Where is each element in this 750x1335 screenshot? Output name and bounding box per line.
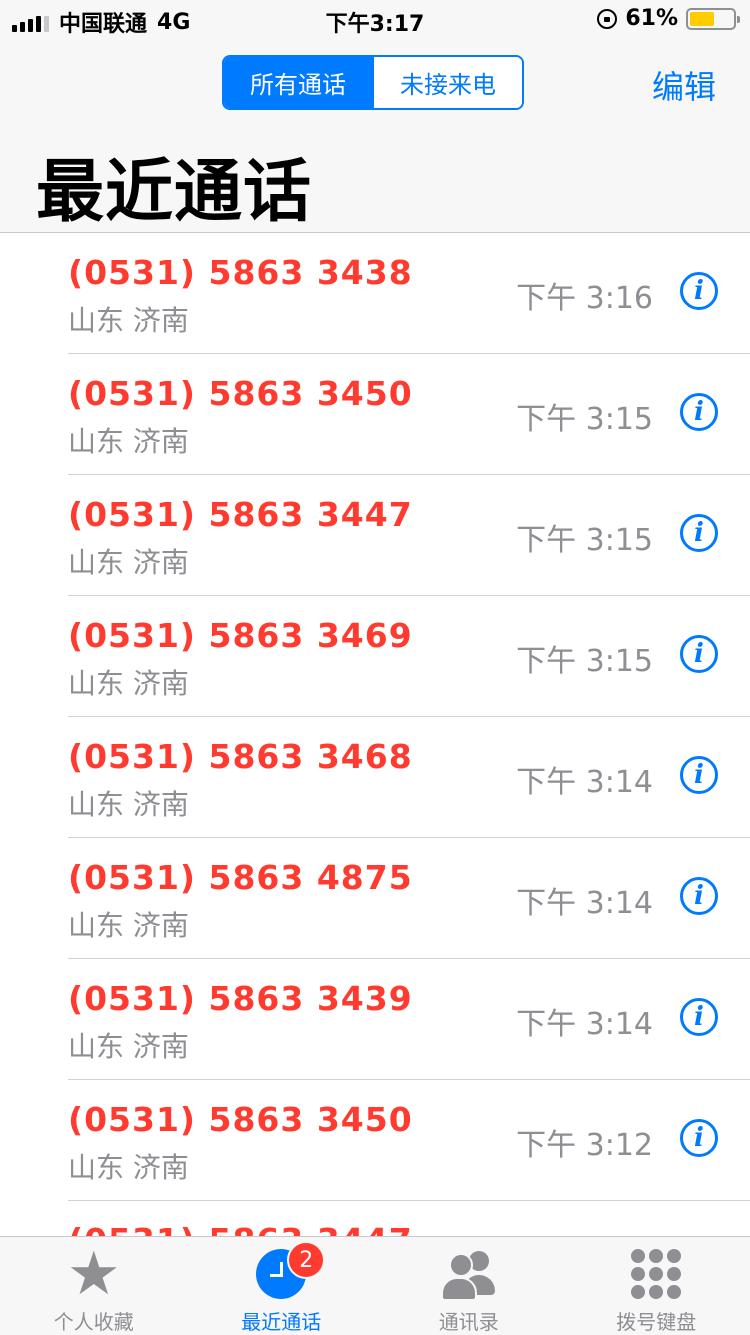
call-location: 山东 济南 [68, 904, 189, 944]
call-number: (0531) 5863 3450 [68, 374, 413, 413]
tab-favorites[interactable]: ★ 个人收藏 [0, 1237, 188, 1335]
call-time: 下午 3:16 [516, 273, 653, 317]
edit-button[interactable]: 编辑 [652, 62, 716, 108]
call-row[interactable]: (0531) 5863 3469 山东 济南 下午 3:15 i [68, 596, 750, 717]
call-location: 山东 济南 [68, 662, 189, 702]
star-icon: ★ [62, 1243, 126, 1304]
call-number: (0531) 5863 3468 [68, 737, 413, 776]
call-time: 下午 3:14 [516, 757, 653, 801]
call-time: 下午 3:12 [516, 1120, 653, 1164]
call-location: 山东 济南 [68, 1025, 189, 1065]
tab-keypad[interactable]: 拨号键盘 [563, 1237, 750, 1335]
tab-label: 最近通话 [241, 1306, 321, 1335]
page-title: 最近通话 [36, 136, 312, 235]
call-row[interactable]: (0531) 5863 3468 山东 济南 下午 3:14 i [68, 717, 750, 838]
tab-contacts[interactable]: 通讯录 [375, 1237, 563, 1335]
rotation-lock-icon [597, 9, 617, 29]
status-bar-right: 61% [597, 6, 736, 31]
status-bar: 中国联通 4G 下午3:17 61% [0, 0, 750, 44]
info-icon[interactable]: i [680, 393, 718, 431]
call-number: (0531) 5863 3469 [68, 616, 413, 655]
call-number: (0531) 5863 3450 [68, 1100, 413, 1139]
call-row[interactable]: (0531) 5863 3447 山东 济南 下午 3:15 i [68, 475, 750, 596]
call-number: (0531) 5863 3439 [68, 979, 413, 1018]
battery-icon [686, 8, 736, 30]
call-time: 下午 3:15 [516, 515, 653, 559]
info-icon[interactable]: i [680, 877, 718, 915]
call-location: 山东 济南 [68, 299, 189, 339]
keypad-icon [624, 1243, 688, 1304]
call-row[interactable]: (0531) 5863 3439 山东 济南 下午 3:14 i [68, 959, 750, 1080]
missed-calls-badge: 2 [287, 1241, 325, 1279]
info-icon[interactable]: i [680, 756, 718, 794]
call-row[interactable]: (0531) 5863 4875 山东 济南 下午 3:14 i [68, 838, 750, 959]
tab-label: 通讯录 [439, 1306, 499, 1335]
info-icon[interactable]: i [680, 635, 718, 673]
tab-bar: ★ 个人收藏 2 最近通话 通讯录 拨号键盘 [0, 1236, 750, 1335]
info-icon[interactable]: i [680, 998, 718, 1036]
segment-missed-calls[interactable]: 未接来电 [372, 57, 522, 108]
call-row[interactable]: (0531) 5863 3450 山东 济南 下午 3:15 i [68, 354, 750, 475]
call-time: 下午 3:15 [516, 394, 653, 438]
call-row[interactable]: (0531) 5863 3438 山东 济南 下午 3:16 i [68, 233, 750, 354]
call-location: 山东 济南 [68, 420, 189, 460]
recent-calls-list: (0531) 5863 3438 山东 济南 下午 3:16 i (0531) … [0, 233, 750, 1261]
call-number: (0531) 5863 4875 [68, 858, 413, 897]
battery-fill [690, 12, 714, 26]
call-time: 下午 3:14 [516, 999, 653, 1043]
segment-all-calls[interactable]: 所有通话 [224, 57, 372, 108]
call-row[interactable]: (0531) 5863 3450 山东 济南 下午 3:12 i [68, 1080, 750, 1201]
call-time: 下午 3:15 [516, 636, 653, 680]
call-number: (0531) 5863 3447 [68, 495, 413, 534]
info-icon[interactable]: i [680, 1119, 718, 1157]
tab-recents[interactable]: 2 最近通话 [188, 1237, 376, 1335]
clock-icon: 2 [249, 1243, 313, 1304]
tab-label: 拨号键盘 [616, 1306, 696, 1335]
info-icon[interactable]: i [680, 272, 718, 310]
battery-percent: 61% [625, 6, 678, 31]
call-location: 山东 济南 [68, 1146, 189, 1186]
info-icon[interactable]: i [680, 514, 718, 552]
call-time: 下午 3:14 [516, 878, 653, 922]
contacts-icon [437, 1243, 501, 1304]
call-filter-segmented-control: 所有通话 未接来电 [222, 55, 524, 110]
call-number: (0531) 5863 3438 [68, 253, 413, 292]
tab-label: 个人收藏 [54, 1306, 134, 1335]
nav-header: 所有通话 未接来电 编辑 最近通话 [0, 44, 750, 233]
call-location: 山东 济南 [68, 541, 189, 581]
call-location: 山东 济南 [68, 783, 189, 823]
